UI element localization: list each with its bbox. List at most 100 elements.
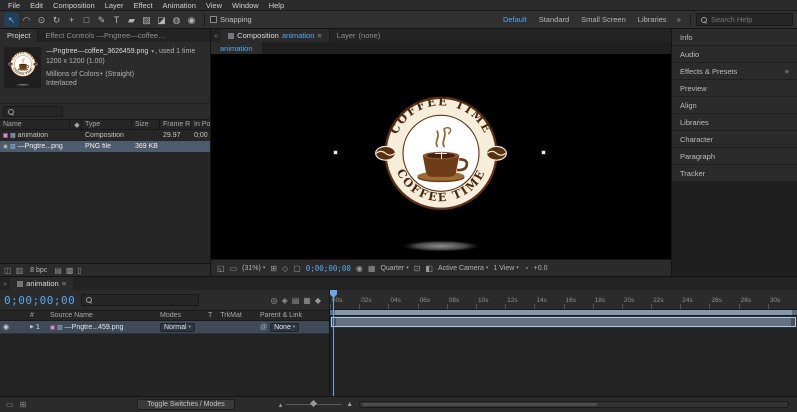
delete-icon[interactable]: ▯ xyxy=(77,266,81,275)
pan-behind-tool-icon[interactable]: + xyxy=(64,13,79,27)
menu-item[interactable]: View xyxy=(201,1,227,10)
horizontal-scrollbar[interactable] xyxy=(359,401,789,408)
pickwhip-icon[interactable]: @ xyxy=(260,324,267,331)
tab-effect-controls[interactable]: Effect Controls —Pngtree—coffee_3626 xyxy=(37,29,175,42)
label-color-chip[interactable] xyxy=(3,144,8,149)
blend-mode-select[interactable]: Normal ▾ xyxy=(160,322,195,332)
project-search-input[interactable] xyxy=(18,107,58,116)
workspace-item[interactable]: Libraries xyxy=(632,15,673,24)
shape-tool-icon[interactable]: □ xyxy=(79,13,94,27)
eraser-tool-icon[interactable]: ◪ xyxy=(154,13,169,27)
viewer-tab-animation[interactable]: animation xyxy=(211,42,262,54)
zoom-track[interactable] xyxy=(286,399,343,408)
panel-overflow-icon[interactable]: » xyxy=(0,277,10,290)
column-source-name[interactable]: Source Name xyxy=(50,312,160,319)
panel-overflow-icon[interactable]: » xyxy=(211,29,221,42)
magnification-select[interactable]: (31%) ▾ xyxy=(242,265,265,272)
composition-viewer[interactable] xyxy=(211,54,671,259)
side-panel[interactable]: Info ≡ xyxy=(672,29,797,45)
project-row-animation[interactable]: ▦ animation Composition 29.97 0;00 xyxy=(0,130,210,141)
workspace-overflow-icon[interactable]: » xyxy=(673,15,685,24)
column-modes[interactable]: Modes xyxy=(160,312,208,319)
frame-blend-icon[interactable]: ▤ xyxy=(292,296,300,305)
pixel-aspect-icon[interactable]: ◧ xyxy=(425,264,433,273)
tab-timeline-animation[interactable]: animation ≡ xyxy=(10,277,74,290)
new-composition-icon[interactable]: ▩ xyxy=(66,266,74,275)
region-of-interest-icon[interactable]: ▢ xyxy=(293,264,301,273)
exposure-icon[interactable]: ◔ xyxy=(524,264,529,273)
label-color-chip[interactable] xyxy=(50,324,55,330)
side-panel[interactable]: Character ≡ xyxy=(672,131,797,147)
current-time-display[interactable]: 0;00;00;00 xyxy=(4,294,75,307)
zoom-in-icon[interactable]: ▲ xyxy=(346,401,353,408)
side-panel[interactable]: Paragraph ≡ xyxy=(672,148,797,164)
coffee-logo-artwork[interactable] xyxy=(365,81,517,256)
show-snapshot-icon[interactable]: ▦ xyxy=(368,264,376,273)
menu-item[interactable]: Animation xyxy=(158,1,201,10)
scrollbar-thumb[interactable] xyxy=(362,403,598,406)
menu-item[interactable]: Window xyxy=(227,1,264,10)
new-folder-icon[interactable]: ▤ xyxy=(54,266,62,275)
snapping-checkbox[interactable] xyxy=(210,16,217,23)
composition-timecode[interactable]: 0;00;00;00 xyxy=(306,264,351,273)
panel-menu-icon[interactable]: ≡ xyxy=(62,279,66,288)
panel-menu-icon[interactable]: ≡ xyxy=(317,31,321,40)
zoom-tool-icon[interactable]: ⊙ xyxy=(34,13,49,27)
eye-icon[interactable]: ◉ xyxy=(3,324,9,331)
bit-depth-button[interactable]: 8 bpc xyxy=(27,267,50,274)
label-color-column-icon[interactable]: ◆ xyxy=(70,120,82,129)
workspace-item[interactable]: Default xyxy=(497,15,533,24)
menu-item[interactable]: Effect xyxy=(128,1,157,10)
column-frame-rate[interactable]: Frame R... xyxy=(160,120,191,129)
time-ruler[interactable]: 00s 02s 04s 06s 08s 10s 12s 14s 16s 18s 20s 22s 24s 2… xyxy=(330,290,797,310)
toggle-switches-modes-button[interactable]: Toggle Switches / Modes xyxy=(137,399,235,410)
tab-layer[interactable]: Layer (none) xyxy=(328,29,387,42)
brush-tool-icon[interactable]: ▰ xyxy=(124,13,139,27)
menu-item[interactable]: Edit xyxy=(25,1,48,10)
grid-guides-icon[interactable]: ⊞ xyxy=(270,264,277,273)
menu-item[interactable]: Composition xyxy=(48,1,100,10)
selection-tool-icon[interactable]: ↖ xyxy=(4,12,19,27)
mask-visibility-icon[interactable]: ◇ xyxy=(282,264,288,273)
layer-handle-right[interactable] xyxy=(541,150,546,155)
roto-brush-tool-icon[interactable]: ◍ xyxy=(169,13,184,27)
current-time-indicator[interactable] xyxy=(333,290,334,396)
pen-tool-icon[interactable]: ✎ xyxy=(94,13,109,27)
timeline-layer-row[interactable]: ◉ ▶ 1 ▨ —Pngtre...459.png Normal ▾ @ None ▾ xyxy=(0,321,329,334)
interpret-footage-icon[interactable]: ◫ xyxy=(4,266,12,275)
tab-project[interactable]: Project xyxy=(0,29,38,42)
timeline-zoom-slider[interactable]: ▴ ▲ xyxy=(279,399,353,409)
workspace-item[interactable]: Standard xyxy=(533,15,575,24)
orbit-camera-tool-icon[interactable]: ↻ xyxy=(49,13,64,27)
expand-in-out-icon[interactable]: ⊞ xyxy=(20,400,27,409)
workspace-item[interactable]: Small Screen xyxy=(575,15,632,24)
layer-handle-left[interactable] xyxy=(333,150,338,155)
column-parent-link[interactable]: Parent & Link xyxy=(260,312,329,319)
view-layout-select[interactable]: 1 View ▾ xyxy=(493,265,518,272)
help-search-input[interactable] xyxy=(711,15,788,24)
proxy-icon[interactable]: ▥ xyxy=(16,266,24,275)
graph-editor-icon[interactable]: ◆ xyxy=(315,296,321,305)
column-size[interactable]: Size xyxy=(132,120,160,129)
column-name[interactable]: Name xyxy=(0,120,70,129)
column-type[interactable]: Type xyxy=(82,120,132,129)
zoom-out-icon[interactable]: ▴ xyxy=(279,401,283,409)
menu-item[interactable]: Layer xyxy=(100,1,129,10)
side-panel[interactable]: Effects & Presets ≡ xyxy=(672,63,797,79)
side-panel[interactable]: Align ≡ xyxy=(672,97,797,113)
project-row-png[interactable]: ▨ —Pngtre...png PNG file 369 KB xyxy=(0,141,210,152)
panel-menu-icon[interactable]: ≡ xyxy=(785,67,789,76)
label-color-chip[interactable] xyxy=(3,133,8,138)
mini-flowchart-icon[interactable]: ▭ xyxy=(230,264,238,273)
draft-3d-icon[interactable]: ◈ xyxy=(282,296,288,305)
column-trkmat[interactable]: T TrkMat xyxy=(208,312,260,319)
zoom-thumb[interactable] xyxy=(310,399,318,408)
motion-blur-icon[interactable]: ▦ xyxy=(303,296,311,305)
layer-anchor-point[interactable] xyxy=(435,147,447,159)
timeline-search-input[interactable] xyxy=(96,295,195,305)
snapshot-icon[interactable]: ◉ xyxy=(356,264,363,273)
menu-item[interactable]: Help xyxy=(264,1,289,10)
puppet-pin-tool-icon[interactable]: ◉ xyxy=(184,13,199,27)
expand-layers-icon[interactable]: ▭ xyxy=(6,400,14,409)
type-tool-icon[interactable]: T xyxy=(109,13,124,27)
